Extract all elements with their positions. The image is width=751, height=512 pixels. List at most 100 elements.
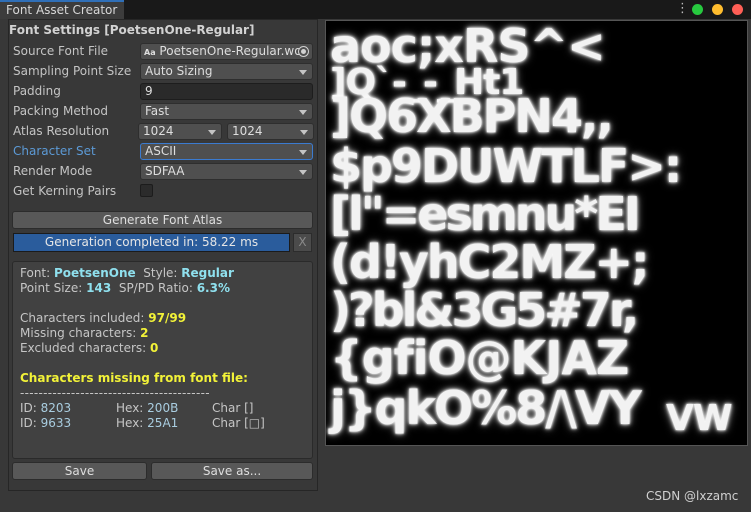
hex-label: Hex:	[116, 401, 144, 415]
packing-method-dropdown[interactable]: Fast	[140, 103, 313, 120]
chevron-down-icon	[299, 150, 307, 155]
missing-label: Missing characters:	[20, 326, 137, 340]
source-font-file-value: PoetsenOne-Regular.wo	[159, 44, 302, 58]
characters-included-line: Characters included: 97/99	[20, 311, 186, 325]
render-mode-dropdown[interactable]: SDFAA	[140, 163, 313, 180]
atlas-glyph-row: (d!yhC2MZ+;	[330, 235, 649, 289]
green-dot-icon[interactable]	[692, 4, 703, 15]
kebab-menu-icon[interactable]: ⋮	[676, 1, 689, 16]
sampling-point-size-value: Auto Sizing	[145, 64, 213, 78]
missing-row-1-char: Char []	[212, 401, 254, 415]
render-mode-row: Render Mode SDFAA	[13, 163, 313, 181]
atlas-glyph-row: {gfiO@KJAZ	[330, 331, 629, 385]
atlas-glyph-row: [l"=esmnu*EI	[330, 187, 641, 241]
get-kerning-pairs-row: Get Kerning Pairs	[13, 183, 313, 201]
tab-title: Font Asset Creator	[6, 3, 118, 17]
hex-label: Hex:	[116, 416, 144, 430]
font-info-panel: Font: PoetsenOne Style: Regular Point Si…	[12, 261, 313, 459]
id-label: ID:	[20, 401, 37, 415]
point-size-line: Point Size: 143 SP/PD Ratio: 6.3%	[20, 281, 230, 295]
padding-row: Padding 9	[13, 83, 313, 101]
point-size-label: Point Size:	[20, 281, 83, 295]
get-kerning-pairs-label: Get Kerning Pairs	[13, 184, 117, 198]
character-set-row: Character Set ASCII	[13, 143, 313, 161]
chevron-down-icon	[299, 170, 307, 175]
missing-row-1-hex: Hex: 200B	[116, 401, 178, 415]
atlas-width-dropdown[interactable]: 1024	[138, 123, 222, 140]
missing-hex: 200B	[147, 401, 179, 415]
missing-row-2-char: Char [□]	[212, 416, 265, 430]
save-button[interactable]: Save	[12, 462, 147, 480]
source-font-file-field[interactable]: Aa PoetsenOne-Regular.wo	[140, 43, 313, 60]
atlas-height-value: 1024	[232, 124, 263, 138]
atlas-width-value: 1024	[143, 124, 174, 138]
character-set-value: ASCII	[145, 144, 177, 158]
missing-id: 9633	[40, 416, 72, 430]
packing-method-row: Packing Method Fast	[13, 103, 313, 121]
get-kerning-pairs-checkbox[interactable]	[140, 184, 153, 197]
render-mode-value: SDFAA	[145, 164, 185, 178]
style-value: Regular	[181, 266, 234, 280]
atlas-height-dropdown[interactable]: 1024	[227, 123, 314, 140]
yellow-dot-icon[interactable]	[712, 4, 723, 15]
excluded-value: 0	[150, 341, 159, 355]
ratio-value: 6.3%	[196, 281, 230, 295]
padding-value: 9	[145, 84, 153, 98]
packing-method-value: Fast	[145, 104, 170, 118]
font-asset-icon: Aa	[144, 48, 156, 57]
font-atlas-preview: aoc;xRS^< ]Q`-_-_Ht1 ]Q6XBPN4,, $p9DUWTL…	[325, 20, 748, 446]
tab-font-asset-creator[interactable]: Font Asset Creator	[0, 0, 124, 19]
missing-value: 2	[140, 326, 149, 340]
divider: ----------------------------------------…	[20, 386, 210, 400]
character-set-dropdown[interactable]: ASCII	[140, 143, 313, 160]
missing-id: 8203	[40, 401, 72, 415]
excluded-label: Excluded characters:	[20, 341, 147, 355]
source-font-file-row: Source Font File Aa PoetsenOne-Regular.w…	[13, 43, 313, 61]
generate-font-atlas-button[interactable]: Generate Font Atlas	[12, 211, 313, 229]
atlas-resolution-label: Atlas Resolution	[13, 124, 110, 138]
missing-row-2: ID: 9633	[20, 416, 71, 430]
missing-characters-line: Missing characters: 2	[20, 326, 149, 340]
chevron-down-icon	[299, 70, 307, 75]
save-as-button[interactable]: Save as...	[151, 462, 313, 480]
generation-status-text: Generation completed in: 58.22 ms	[44, 235, 259, 249]
point-size-value: 143	[86, 281, 112, 295]
missing-row-2-hex: Hex: 25A1	[116, 416, 178, 430]
object-picker-icon[interactable]	[298, 46, 309, 57]
packing-method-label: Packing Method	[13, 104, 108, 118]
missing-row-1: ID: 8203	[20, 401, 71, 415]
missing-title: Characters missing from font file:	[20, 371, 248, 385]
atlas-glyph-row: ]Q6XBPN4,,	[330, 89, 614, 143]
padding-input[interactable]: 9	[140, 83, 313, 100]
font-settings-header: Font Settings [PoetsenOne-Regular]	[9, 23, 255, 37]
atlas-glyph-row: $p9DUWTLF>:	[330, 139, 682, 193]
character-set-label: Character Set	[13, 144, 96, 158]
atlas-resolution-row: Atlas Resolution 1024 1024	[13, 123, 314, 141]
sampling-point-size-label: Sampling Point Size	[13, 64, 132, 78]
excluded-characters-line: Excluded characters: 0	[20, 341, 158, 355]
title-bar: Font Asset Creator ⋮	[0, 0, 751, 19]
included-value: 97/99	[148, 311, 187, 325]
font-label: Font:	[20, 266, 51, 280]
render-mode-label: Render Mode	[13, 164, 93, 178]
font-info-line: Font: PoetsenOne Style: Regular	[20, 266, 234, 280]
missing-hex: 25A1	[147, 416, 179, 430]
chevron-down-icon	[299, 110, 307, 115]
sampling-point-size-row: Sampling Point Size Auto Sizing	[13, 63, 313, 81]
source-font-file-label: Source Font File	[13, 44, 109, 58]
cancel-generation-button[interactable]: X	[293, 233, 312, 252]
sampling-point-size-dropdown[interactable]: Auto Sizing	[140, 63, 313, 80]
atlas-glyph-row: j}qkO%8/\VY	[330, 381, 642, 435]
atlas-glyph-row: VW	[666, 398, 733, 439]
chevron-down-icon	[300, 130, 308, 135]
watermark: CSDN @lxzamc	[646, 489, 739, 503]
font-name-value: PoetsenOne	[54, 266, 136, 280]
included-label: Characters included:	[20, 311, 145, 325]
style-label: Style:	[143, 266, 178, 280]
padding-label: Padding	[13, 84, 61, 98]
atlas-glyph-row: )?bl&3G5#7r,	[330, 283, 639, 337]
ratio-label: SP/PD Ratio:	[118, 281, 193, 295]
id-label: ID:	[20, 416, 37, 430]
red-dot-icon[interactable]	[732, 4, 743, 15]
chevron-down-icon	[208, 130, 216, 135]
